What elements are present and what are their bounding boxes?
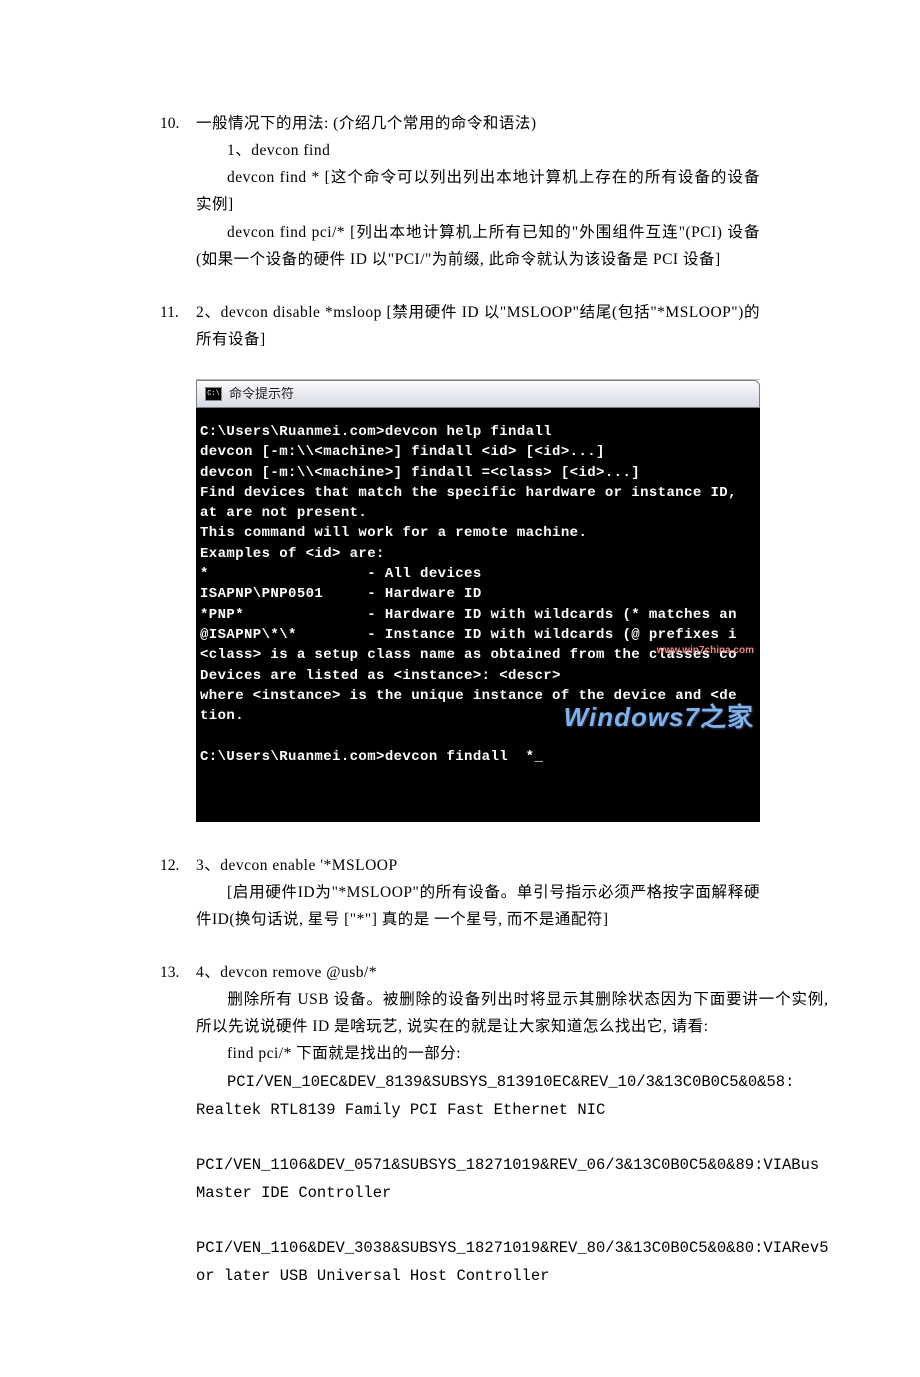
item-body: 2、devcon disable *msloop [禁用硬件 ID 以"MSLO… bbox=[196, 299, 760, 353]
watermark-logo-en: Windows7 bbox=[564, 702, 700, 732]
terminal-line: *PNP* - Hardware ID with wildcards (* ma… bbox=[200, 607, 737, 623]
text-line: devcon find * [这个命令可以列出列出本地计算机上存在的所有设备的设… bbox=[196, 164, 760, 218]
text-line: 删除所有 USB 设备。被删除的设备列出时将显示其删除状态因为下面要讲一个实例,… bbox=[196, 986, 829, 1040]
text-line: 一般情况下的用法: (介绍几个常用的命令和语法) bbox=[196, 110, 760, 137]
terminal-titlebar: C:\ 命令提示符 bbox=[196, 380, 760, 408]
terminal-line: C:\Users\Ruanmei.com>devcon findall *_ bbox=[200, 749, 543, 765]
text-span-mono: PCI/VEN_10EC&DEV_8139&SUBSYS_813910EC&RE… bbox=[196, 1073, 794, 1119]
terminal-line: devcon [-m:\\<machine>] findall =<class>… bbox=[200, 465, 640, 481]
text-line: 3、devcon enable '*MSLOOP bbox=[196, 852, 760, 879]
list-item-13: 13. 4、devcon remove @usb/* 删除所有 USB 设备。被… bbox=[160, 959, 760, 1291]
terminal-line: Examples of <id> are: bbox=[200, 546, 385, 562]
item-body: 4、devcon remove @usb/* 删除所有 USB 设备。被删除的设… bbox=[196, 959, 829, 1291]
terminal-line: at are not present. bbox=[200, 505, 367, 521]
terminal-line: ISAPNP\PNP0501 - Hardware ID bbox=[200, 586, 482, 602]
terminal-line: devcon [-m:\\<machine>] findall <id> [<i… bbox=[200, 444, 605, 460]
item-body: 一般情况下的用法: (介绍几个常用的命令和语法) 1、devcon find d… bbox=[196, 110, 760, 273]
text-span: [启用硬件ID为"*MSLOOP"的所有设备。单引号指示必须严格按字面解释硬件I… bbox=[196, 884, 760, 928]
text-line: 4、devcon remove @usb/* bbox=[196, 959, 829, 986]
list-item-11: 11. 2、devcon disable *msloop [禁用硬件 ID 以"… bbox=[160, 299, 760, 353]
watermark-logo: Windows7之家 bbox=[564, 699, 754, 737]
text-span: devcon find * [这个命令可以列出列出本地计算机上存在的所有设备的设… bbox=[196, 169, 760, 213]
list-item-10: 10. 一般情况下的用法: (介绍几个常用的命令和语法) 1、devcon fi… bbox=[160, 110, 760, 273]
terminal-line: Devices are listed as <instance>: <descr… bbox=[200, 668, 561, 684]
text-span-mono: PCI/VEN_1106&DEV_0571&SUBSYS_18271019&RE… bbox=[196, 1156, 819, 1202]
terminal-body: C:\Users\Ruanmei.com>devcon help findall… bbox=[196, 408, 760, 822]
item-body: 3、devcon enable '*MSLOOP [启用硬件ID为"*MSLOO… bbox=[196, 852, 760, 933]
text-line: devcon find pci/* [列出本地计算机上所有已知的"外围组件互连"… bbox=[196, 219, 760, 273]
item-number: 11. bbox=[160, 299, 196, 353]
terminal-line: This command will work for a remote mach… bbox=[200, 525, 587, 541]
list-item-12: 12. 3、devcon enable '*MSLOOP [启用硬件ID为"*M… bbox=[160, 852, 760, 933]
text-line: PCI/VEN_1106&DEV_3038&SUBSYS_18271019&RE… bbox=[196, 1207, 829, 1290]
terminal-line: @ISAPNP\*\* - Instance ID with wildcards… bbox=[200, 627, 737, 643]
item-number: 13. bbox=[160, 959, 196, 1291]
text-span: 删除所有 USB 设备。被删除的设备列出时将显示其删除状态因为下面要讲一个实例,… bbox=[196, 991, 829, 1035]
terminal-title: 命令提示符 bbox=[229, 383, 294, 406]
item-number: 10. bbox=[160, 110, 196, 273]
text-line: [启用硬件ID为"*MSLOOP"的所有设备。单引号指示必须严格按字面解释硬件I… bbox=[196, 879, 760, 933]
terminal-line: Find devices that match the specific har… bbox=[200, 485, 737, 501]
cmd-icon: C:\ bbox=[205, 387, 222, 401]
terminal-line: tion. bbox=[200, 708, 244, 724]
terminal-line: * - All devices bbox=[200, 566, 482, 582]
text-span-mono: PCI/VEN_1106&DEV_3038&SUBSYS_18271019&RE… bbox=[196, 1239, 829, 1285]
text-line: PCI/VEN_10EC&DEV_8139&SUBSYS_813910EC&RE… bbox=[196, 1068, 829, 1124]
text-line: PCI/VEN_1106&DEV_0571&SUBSYS_18271019&RE… bbox=[196, 1124, 829, 1207]
item-number: 12. bbox=[160, 852, 196, 933]
document-page: 10. 一般情况下的用法: (介绍几个常用的命令和语法) 1、devcon fi… bbox=[0, 0, 920, 1377]
terminal-line: C:\Users\Ruanmei.com>devcon help findall bbox=[200, 424, 552, 440]
terminal-line: <class> is a setup class name as obtaine… bbox=[200, 647, 737, 663]
watermark-logo-zh: 之家 bbox=[700, 702, 754, 732]
text-span: devcon find pci/* [列出本地计算机上所有已知的"外围组件互连"… bbox=[196, 224, 760, 268]
terminal-screenshot: C:\ 命令提示符 C:\Users\Ruanmei.com>devcon he… bbox=[196, 379, 760, 822]
text-line: find pci/* 下面就是找出的一部分: bbox=[196, 1040, 829, 1067]
text-line: 1、devcon find bbox=[196, 137, 760, 164]
terminal-line: where <instance> is the unique instance … bbox=[200, 688, 737, 704]
